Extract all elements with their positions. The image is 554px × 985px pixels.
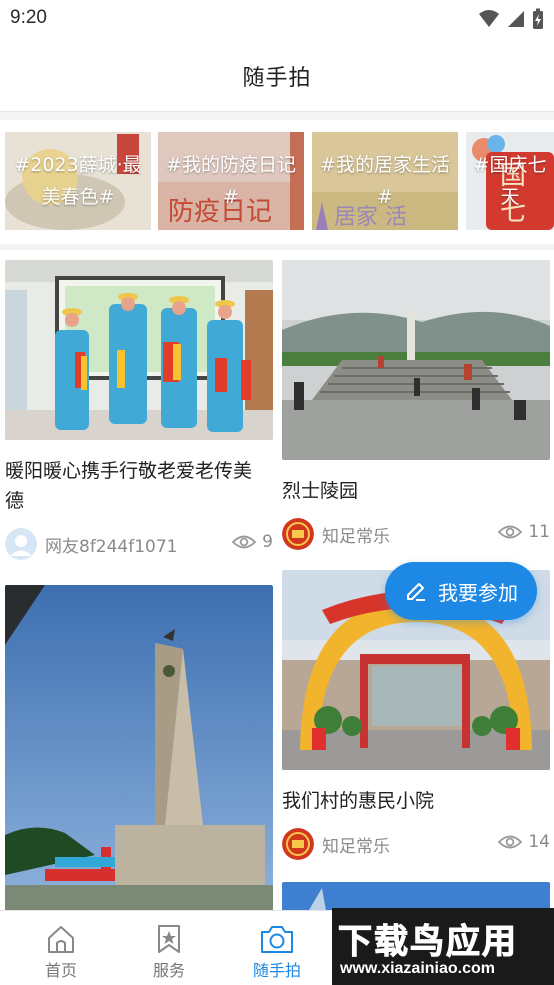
post-title[interactable]: 烈士陵园 [282, 476, 550, 506]
avatar[interactable] [282, 518, 314, 550]
tab-label: 首页 [44, 961, 77, 980]
watermark: 下载鸟应用 www.xiazainiao.com [332, 908, 554, 985]
post-author[interactable]: 网友8f244f1071 [45, 532, 178, 557]
join-button-label: 我要参加 [438, 580, 518, 605]
topics-strip[interactable]: #2023薛城·最美春色# 防疫日记 #我的防疫日记# 居家 活 #我的居家生活… [0, 120, 554, 244]
post-card[interactable] [282, 882, 550, 910]
tab-service[interactable]: 服务 [114, 911, 224, 985]
tab-snapshot[interactable]: 随手拍 [222, 911, 332, 985]
camera-icon [261, 926, 293, 953]
view-count: 9 [232, 532, 273, 552]
wifi-icon [479, 10, 499, 27]
page: 9:20 随手拍 #2023薛城·最美春色# 防疫日记 #我的防疫日记# 居家 … [0, 0, 554, 985]
home-icon [48, 926, 74, 953]
post-title[interactable]: 暖阳暖心携手行敬老爱老传美德 [5, 456, 273, 516]
avatar[interactable] [282, 828, 314, 860]
post-photo[interactable] [5, 585, 273, 910]
eye-icon [232, 535, 257, 549]
post-photo[interactable] [282, 260, 550, 460]
watermark-url: www.xiazainiao.com [340, 960, 496, 977]
post-image [5, 260, 273, 440]
battery-icon [533, 8, 543, 29]
avatar[interactable] [5, 528, 37, 560]
post-image [282, 260, 550, 460]
view-count: 11 [498, 522, 550, 542]
page-title: 随手拍 [242, 66, 312, 91]
view-count-value: 14 [528, 832, 550, 852]
post-photo[interactable] [5, 260, 273, 440]
post-card[interactable] [5, 585, 273, 910]
post-meta: 知足常乐 11 [282, 514, 550, 554]
status-time: 9:20 [10, 7, 47, 28]
status-bar: 9:20 [0, 0, 554, 38]
topic-label: #我的防疫日记# [166, 154, 296, 208]
tab-home[interactable]: 首页 [6, 911, 116, 985]
topic-card[interactable]: 防疫日记 #我的防疫日记# [158, 132, 304, 230]
topic-label: #我的居家生活# [320, 154, 450, 208]
post-card[interactable]: 烈士陵园 知足常乐 11 [282, 260, 550, 554]
post-title[interactable]: 我们村的惠民小院 [282, 786, 550, 816]
view-count: 14 [498, 832, 550, 852]
eye-icon [498, 525, 523, 539]
post-meta: 网友8f244f1071 9 [5, 524, 273, 564]
pencil-icon [407, 583, 425, 601]
header: 随手拍 [0, 38, 554, 112]
tab-label: 随手拍 [252, 961, 301, 980]
topic-card[interactable]: #2023薛城·最美春色# [5, 132, 151, 230]
post-photo[interactable] [282, 882, 550, 910]
tab-label: 服务 [152, 961, 185, 980]
topic-label: #国庆七天 [473, 154, 547, 208]
topic-card[interactable]: 国 七 #国庆七天 [466, 132, 554, 230]
view-count-value: 9 [262, 532, 273, 552]
post-image [5, 585, 273, 910]
bookmark-star-icon [158, 925, 180, 953]
post-author[interactable]: 知足常乐 [322, 522, 390, 547]
status-icons [478, 8, 544, 30]
join-button[interactable]: 我要参加 [385, 562, 537, 620]
post-image [282, 882, 550, 910]
signal-icon [508, 11, 524, 27]
topic-card[interactable]: 居家 活 #我的居家生活# [312, 132, 458, 230]
post-author[interactable]: 知足常乐 [322, 832, 390, 857]
post-card[interactable]: 暖阳暖心携手行敬老爱老传美德 网友8f244f1071 9 [5, 260, 273, 564]
topic-label: #2023薛城·最美春色# [14, 154, 142, 208]
watermark-text: 下载鸟应用 [338, 922, 518, 963]
view-count-value: 11 [528, 522, 550, 542]
eye-icon [498, 835, 523, 849]
post-meta: 知足常乐 14 [282, 824, 550, 864]
